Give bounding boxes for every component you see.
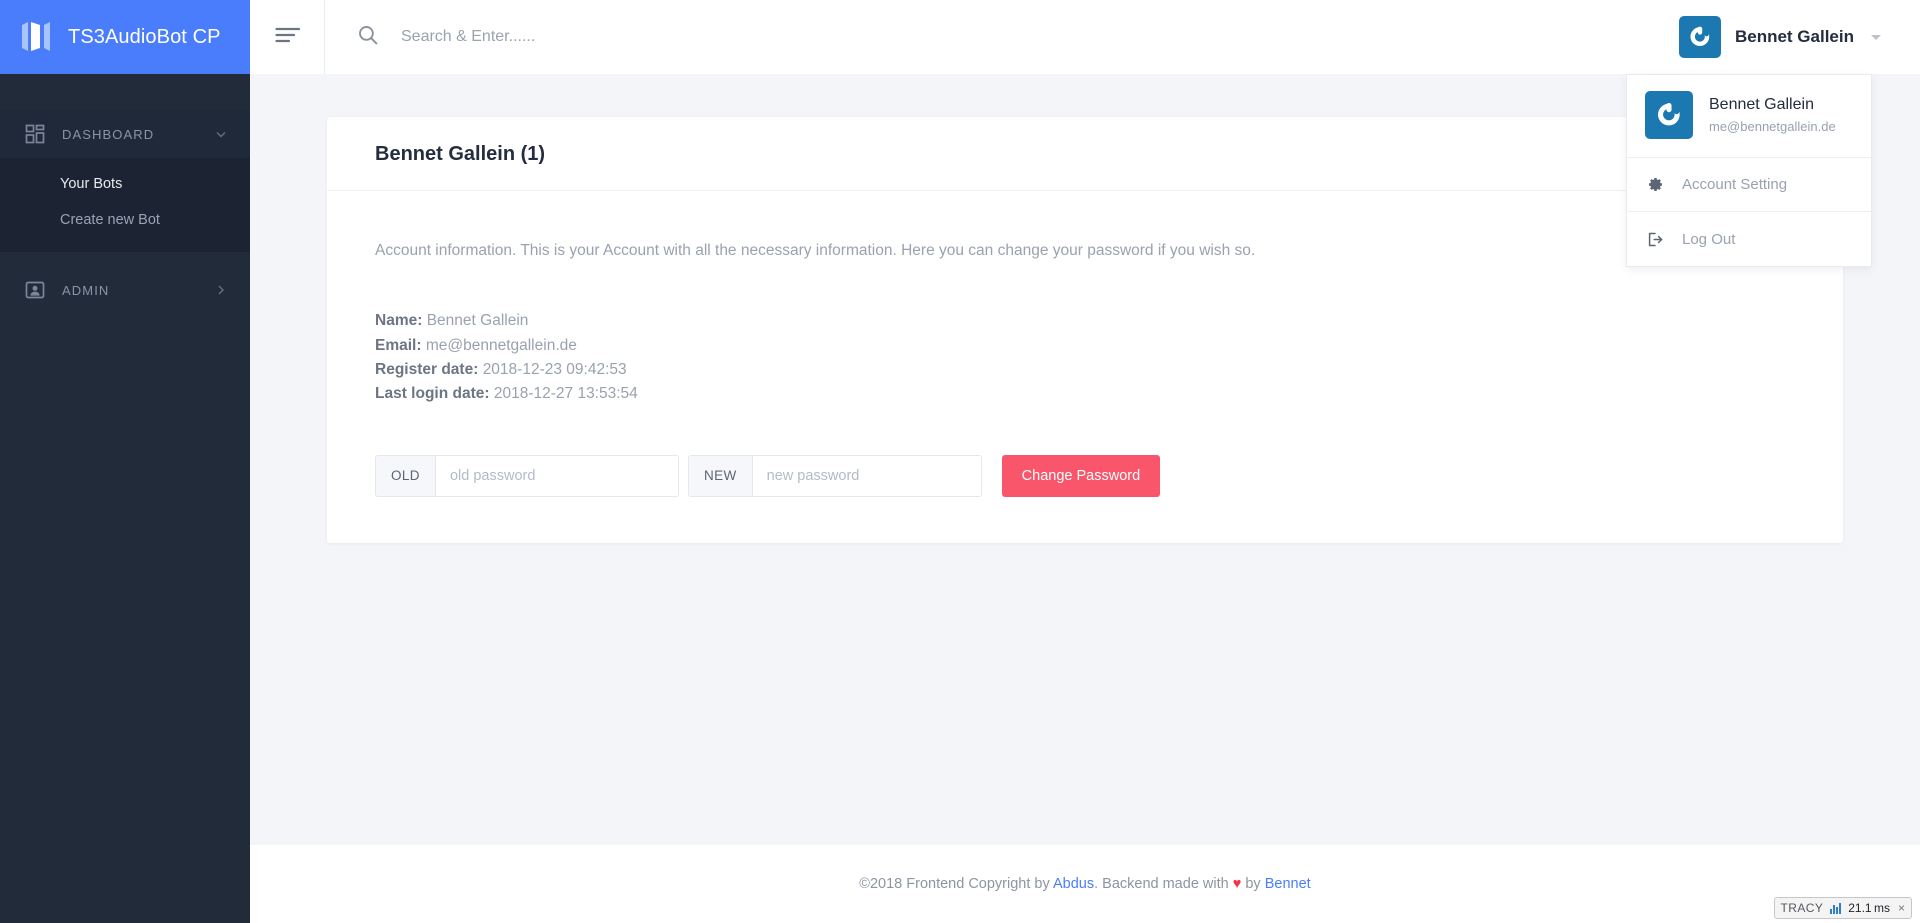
close-icon[interactable]: × [1897, 901, 1905, 915]
user-name-label: Bennet Gallein [1734, 27, 1854, 46]
info-label-name: Name: [375, 312, 423, 330]
user-dropdown-menu: Bennet Gallein me@bennetgallein.de Accou… [1626, 74, 1872, 267]
new-password-addon: NEW [687, 454, 752, 497]
info-value-last-login-date: 2018-12-27 13:53:54 [493, 385, 638, 403]
sidebar-submenu-dashboard: Your Bots Create new Bot [0, 158, 250, 252]
brand-header[interactable]: TS3AudioBot CP [0, 0, 250, 74]
card-header: Bennet Gallein (1) [327, 117, 1843, 191]
sidebar-item-your-bots[interactable]: Your Bots [0, 166, 250, 202]
old-password-group: OLD [375, 454, 679, 497]
info-row-name: Name: Bennet Gallein [375, 309, 1795, 333]
sidebar-item-dashboard[interactable]: DASHBOARD [0, 110, 250, 158]
info-value-email: me@bennetgallein.de [425, 336, 577, 354]
tracy-render-time: 21.1 ms [1848, 901, 1890, 915]
user-dropdown-identity: Bennet Gallein me@bennetgallein.de [1709, 96, 1836, 134]
tracy-label: TRACY [1780, 901, 1824, 915]
change-password-button[interactable]: Change Password [1001, 454, 1161, 497]
page-title: Bennet Gallein (1) [375, 143, 546, 165]
footer-copyright-prefix: ©2018 Frontend Copyright by [859, 876, 1053, 892]
gravatar-avatar-icon [1678, 16, 1721, 58]
new-password-input[interactable] [751, 454, 982, 497]
info-value-name: Bennet Gallein [426, 312, 529, 330]
footer-link-bennet[interactable]: Bennet [1265, 876, 1311, 892]
sidebar: TS3AudioBot CP DASHBOARD Your Bots Creat… [0, 0, 250, 923]
account-info-list: Name: Bennet Gallein Email: me@bennetgal… [375, 309, 1795, 407]
change-password-form: OLD NEW Change Password [375, 454, 1795, 497]
sidebar-nav: DASHBOARD Your Bots Create new Bot ADMIN [0, 74, 250, 314]
user-menu-toggle[interactable]: Bennet Gallein [1678, 0, 1920, 74]
hamburger-glyph [275, 27, 301, 48]
old-password-addon: OLD [375, 454, 435, 497]
sidebar-item-create-new-bot[interactable]: Create new Bot [0, 202, 250, 238]
menu-item-account-setting[interactable]: Account Setting [1627, 158, 1871, 212]
footer-middle-text: . Backend made with [1094, 876, 1233, 892]
app-root: TS3AudioBot CP DASHBOARD Your Bots Creat… [0, 0, 1920, 923]
info-row-last-login-date: Last login date: 2018-12-27 13:53:54 [375, 382, 1795, 406]
ts3-bars-logo-icon [22, 21, 52, 53]
sidebar-item-dashboard-label: DASHBOARD [62, 126, 155, 142]
chevron-right-icon [214, 283, 228, 297]
footer-link-abdus[interactable]: Abdus [1053, 876, 1094, 892]
card-body: Account information. This is your Accoun… [327, 191, 1843, 543]
bar-chart-icon [1830, 902, 1842, 914]
footer-copyright: ©2018 Frontend Copyright by Abdus. Backe… [859, 876, 1310, 892]
user-dropdown-header: Bennet Gallein me@bennetgallein.de [1627, 75, 1871, 158]
search-input[interactable] [401, 17, 1001, 57]
account-description: Account information. This is your Accoun… [375, 242, 1256, 259]
sidebar-item-admin[interactable]: ADMIN [0, 266, 250, 314]
gear-icon [1647, 176, 1664, 193]
new-password-group: NEW [687, 454, 982, 497]
gravatar-avatar-icon [1645, 91, 1693, 139]
search-icon[interactable] [357, 24, 379, 51]
caret-down-icon [1868, 29, 1884, 45]
info-row-email: Email: me@bennetgallein.de [375, 334, 1795, 358]
old-password-input[interactable] [434, 454, 679, 497]
hamburger-icon[interactable] [250, 0, 324, 74]
menu-item-account-setting-label: Account Setting [1682, 176, 1788, 193]
topbar: Bennet Gallein [250, 0, 1920, 74]
grid-dashboard-icon [24, 123, 46, 145]
menu-item-log-out-label: Log Out [1682, 230, 1736, 248]
menu-item-log-out[interactable]: Log Out [1627, 212, 1871, 266]
tracy-debug-bar[interactable]: TRACY 21.1 ms × [1773, 897, 1912, 919]
user-card-icon [24, 279, 46, 301]
account-card: Bennet Gallein (1) Account information. … [327, 117, 1843, 543]
chevron-down-icon [214, 127, 228, 141]
logout-icon [1647, 231, 1664, 248]
brand-title: TS3AudioBot CP [68, 25, 221, 48]
footer-by-text: by [1241, 876, 1265, 892]
info-value-register-date: 2018-12-23 09:42:53 [482, 360, 627, 378]
sidebar-item-admin-label: ADMIN [62, 282, 110, 298]
page-footer: ©2018 Frontend Copyright by Abdus. Backe… [250, 845, 1920, 923]
search-bar [325, 0, 1679, 74]
user-dropdown-name: Bennet Gallein [1709, 96, 1814, 113]
user-dropdown-email: me@bennetgallein.de [1709, 119, 1836, 134]
info-label-register-date: Register date: [375, 360, 479, 378]
info-label-last-login-date: Last login date: [375, 385, 490, 403]
info-row-register-date: Register date: 2018-12-23 09:42:53 [375, 358, 1795, 382]
info-label-email: Email: [375, 336, 422, 354]
